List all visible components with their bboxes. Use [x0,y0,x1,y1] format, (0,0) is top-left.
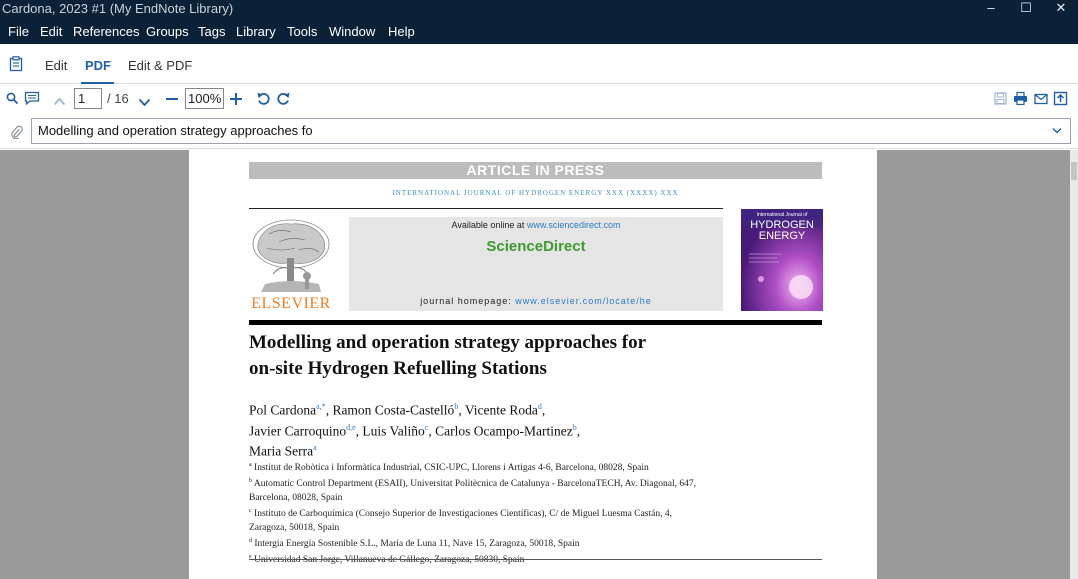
menu-groups[interactable]: Groups [146,24,189,39]
attachment-select[interactable]: Modelling and operation strategy approac… [31,118,1071,144]
attachment-bar: Modelling and operation strategy approac… [0,115,1078,149]
journal-running-header: INTERNATIONAL JOURNAL OF HYDROGEN ENERGY… [392,189,679,197]
article-in-press-banner: ARTICLE IN PRESS [249,162,822,179]
chevron-down-icon [1052,119,1062,143]
available-prefix: Available online at [451,220,527,230]
scrollbar-thumb[interactable] [1071,162,1077,180]
save-icon[interactable] [994,92,1007,108]
close-button[interactable]: ✕ [1044,0,1078,20]
zoom-out-icon[interactable] [165,92,179,109]
author-affiliation-mark[interactable]: a,* [316,402,326,411]
affiliation-list: a Institut de Robòtica i Informàtica Ind… [249,459,809,568]
affiliation-line: a Institut de Robòtica i Informàtica Ind… [249,462,649,474]
menu-tools[interactable]: Tools [287,24,317,39]
zoom-level-input[interactable] [185,88,224,109]
cover-journal-name: International Journal of HYDROGEN ENERGY [750,212,814,242]
author-name: Javier Carroquino [249,423,347,438]
affiliation-line: b Automatic Control Department (ESAII), … [249,478,697,490]
reference-panel-icon[interactable] [9,56,23,77]
menu-library[interactable]: Library [236,24,276,39]
chevron-down-icon[interactable] [138,94,151,110]
elsevier-tree-logo [249,218,333,294]
view-tab-bar: Edit PDF Edit & PDF [0,44,1078,84]
author-name: Carlos Ocampo-Martinez [435,423,573,438]
maximize-button[interactable]: ☐ [1009,0,1043,20]
tab-pdf[interactable]: PDF [85,58,111,73]
author-affiliation-mark[interactable]: d,e [346,423,356,432]
journal-homepage-text: journal homepage: www.elsevier.com/locat… [349,296,723,306]
elsevier-wordmark: ELSEVIER [251,295,331,312]
tab-edit-and-pdf[interactable]: Edit & PDF [128,58,192,73]
journal-cover-image: International Journal of HYDROGEN ENERGY [741,209,823,311]
pdf-viewer[interactable]: ARTICLE IN PRESS INTERNATIONAL JOURNAL O… [0,150,1078,579]
menu-tags[interactable]: Tags [198,24,225,39]
print-icon[interactable] [1013,91,1028,109]
zoom-in-icon[interactable] [229,92,243,109]
menu-references[interactable]: References [73,24,139,39]
search-icon[interactable] [6,92,19,108]
author-list: Pol Cardonaa,*, Ramon Costa-Castellób, V… [249,402,581,459]
affiliation-line: Zaragoza, 50018, Spain [249,522,340,533]
paperclip-icon [10,125,23,144]
affiliation-line: Barcelona, 08028, Spain [249,492,343,503]
sciencedirect-box: Available online at www.sciencedirect.co… [349,217,723,311]
author-name: Maria Serra [249,443,314,459]
chevron-up-icon[interactable] [53,93,66,109]
page-total-label: / 16 [107,91,129,106]
sciencedirect-link[interactable]: www.sciencedirect.com [527,220,621,230]
minimize-button[interactable]: – [974,0,1008,20]
page-number-input[interactable] [74,88,102,109]
affiliation-line: d Intergia Energía Sostenible S.L., Marí… [249,537,580,550]
email-icon[interactable] [1034,92,1048,108]
journal-homepage-link[interactable]: www.elsevier.com/locate/he [515,296,652,306]
active-tab-indicator [81,82,114,84]
header-divider [249,208,723,209]
author-affiliation-mark[interactable]: a [313,443,317,452]
vertical-scrollbar[interactable] [1070,150,1078,579]
author-name: Vicente Roda [464,402,538,418]
author-name: Luis Valiño [362,423,425,438]
affiliation-line: c Instituto de Carboquímica (Consejo Sup… [249,508,672,520]
rotate-right-icon[interactable] [276,91,291,109]
open-external-icon[interactable] [1053,91,1068,109]
attachment-select-value: Modelling and operation strategy approac… [38,123,313,138]
affiliation-divider [249,559,822,560]
menu-help[interactable]: Help [388,24,415,39]
homepage-prefix: journal homepage: [420,296,516,306]
menu-window[interactable]: Window [329,24,375,39]
title-bar: Cardona, 2023 #1 (My EndNote Library) – … [0,0,1078,20]
tab-edit[interactable]: Edit [45,58,67,73]
menu-edit[interactable]: Edit [40,24,62,39]
window-title: Cardona, 2023 #1 (My EndNote Library) [2,1,234,16]
pdf-page: ARTICLE IN PRESS INTERNATIONAL JOURNAL O… [189,150,877,579]
rotate-left-icon[interactable] [256,91,271,109]
available-online-text: Available online at www.sciencedirect.co… [349,220,723,230]
author-name: Pol Cardona [249,402,317,418]
title-divider [249,320,822,325]
comment-icon[interactable] [24,91,40,109]
menu-file[interactable]: File [8,24,29,39]
pdf-toolbar: / 16 [0,85,1078,115]
paper-title: Modelling and operation strategy approac… [249,332,647,379]
author-name: Ramon Costa-Castelló [332,402,455,418]
menu-bar: File Edit References Groups Tags Library… [0,20,1078,44]
sciencedirect-logo: ScienceDirect [486,238,586,255]
